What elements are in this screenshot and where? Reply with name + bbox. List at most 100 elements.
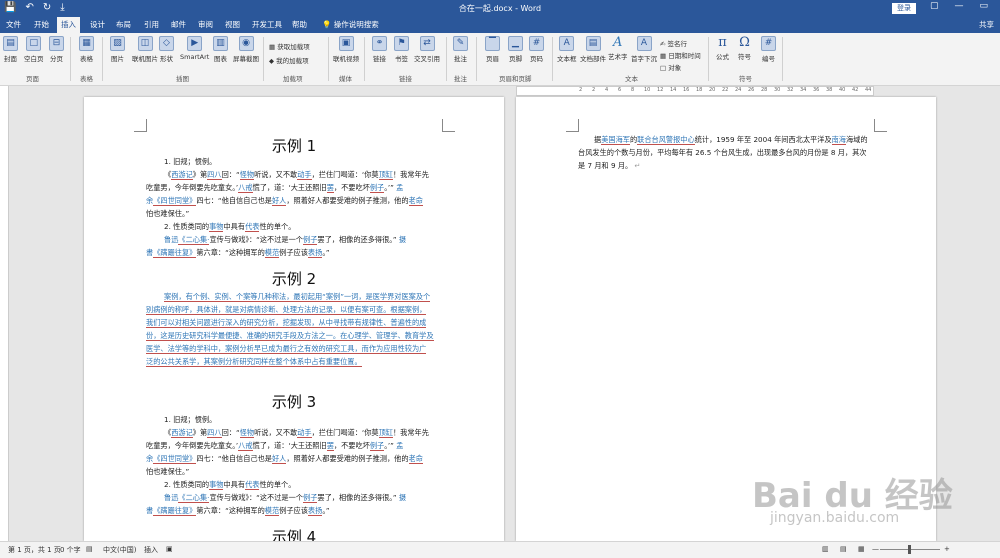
vertical-ruler[interactable] — [0, 86, 9, 541]
comment-button[interactable]: ✎ 批注 — [453, 36, 468, 63]
equation-button[interactable]: π 公式 — [716, 36, 729, 61]
footer-button[interactable]: ▁ 页脚 — [508, 36, 523, 63]
tab-developer[interactable]: 开发工具 — [248, 17, 286, 33]
read-mode-icon[interactable]: ▥ — [822, 545, 829, 553]
link-icon: ⚭ — [372, 36, 387, 51]
zoom-out-icon[interactable]: — — [872, 545, 879, 553]
tab-layout[interactable]: 布局 — [112, 17, 135, 33]
print-layout-icon[interactable]: ▤ — [840, 545, 847, 553]
share-button[interactable]: 共享 — [979, 17, 994, 33]
paragraph-line: 案例，有个例、实例、个案等几种称法，最初起用“案例”一词，是医学界对医案及个 — [164, 292, 431, 302]
ruler-tick-label: 12 — [657, 87, 664, 93]
shapes-button[interactable]: ◇ 形状 — [159, 36, 174, 63]
heading-example-4: 示例 4 — [271, 528, 317, 541]
video-icon: ▣ — [338, 36, 354, 51]
screenshot-button[interactable]: ◉ 屏幕截图 — [233, 36, 259, 63]
language-indicator[interactable]: 中文(中国) — [103, 545, 136, 555]
date-time-button[interactable]: ▦ 日期和时间 — [660, 50, 701, 60]
tab-references[interactable]: 引用 — [140, 17, 163, 33]
paragraph-line: 2. 性质类同的事物中具有代表性的单个。 — [164, 222, 296, 232]
tab-mailings[interactable]: 邮件 — [167, 17, 190, 33]
link-button[interactable]: ⚭ 链接 — [372, 36, 387, 63]
document-page-1[interactable]: 示例 1 1. 旧规；惯例。 《西游记》第四八回：“怪物听说，又不敢动手，拦住门… — [84, 97, 504, 541]
wordart-button[interactable]: 𝐴 艺术字 — [608, 36, 628, 61]
my-addins-button[interactable]: ◆ 我的加载项 — [269, 55, 309, 65]
group-label-illustrations: 插图 — [176, 75, 189, 83]
tab-home[interactable]: 开始 — [30, 17, 53, 33]
paragraph-line: 鲁迅《二心集·宣传与做戏》：“这不过是一个例子罢了，相像的还多得很。” 摄 — [164, 235, 407, 245]
signature-icon: ✍ — [660, 40, 668, 48]
ribbon-display-icon[interactable]: ▢ — [930, 1, 939, 11]
quick-parts-button[interactable]: ▤ 文档部件 — [580, 36, 606, 63]
paragraph-line: 我们可以对相关问题进行深入的研究分析，挖掘发现，从中寻找带有规律性、普遍性的成 — [146, 318, 427, 328]
tab-view[interactable]: 视图 — [221, 17, 244, 33]
word-count[interactable]: 0 个字 — [60, 545, 81, 555]
zoom-slider-thumb[interactable] — [908, 545, 911, 554]
paragraph-line: 吃童男，今年倒要先吃童女。’八戒慌了，道：‘大王还照旧罢，不要吃坏例子。’” 孟 — [146, 183, 404, 193]
tab-review[interactable]: 审阅 — [194, 17, 217, 33]
paragraph-line: 《西游记》第四八回：“怪物听说，又不敢动手，拦住门喝道：‘你莫顶缸！我常年先 — [164, 170, 429, 180]
status-bar: 第 1 页，共 1 页 0 个字 ▤ 中文(中国) 插入 ▣ ▥ ▤ ▦ — + — [0, 541, 1000, 558]
symbol-button[interactable]: Ω 符号 — [738, 36, 751, 61]
tab-help[interactable]: 帮助 — [288, 17, 311, 33]
header-button[interactable]: ▔ 页眉 — [485, 36, 500, 63]
number-button[interactable]: # 编号 — [761, 36, 776, 63]
text-box-icon: A — [559, 36, 575, 51]
page-count[interactable]: 第 1 页，共 1 页 — [8, 545, 61, 555]
group-separator — [328, 37, 329, 81]
paragraph-line: 怕也难保住。” — [146, 467, 190, 476]
bookmark-button[interactable]: ⚑ 书签 — [394, 36, 409, 63]
group-label-header-footer: 页眉和页脚 — [499, 75, 532, 83]
paragraph-line: 吃童男，今年倒要先吃童女。’八戒慌了，道：‘大王还照旧罢，不要吃坏例子。’” 孟 — [146, 441, 404, 451]
signature-line-button[interactable]: ✍ 签名行 — [660, 38, 687, 48]
paragraph-line: 泛的公共关系学，其案例分析研究同样在整个体系中占有重要位置。 — [146, 357, 362, 367]
minimize-icon[interactable]: — — [955, 1, 964, 11]
ruler-tick-label: 34 — [800, 87, 807, 93]
online-pictures-button[interactable]: ◫ 联机图片 — [132, 36, 158, 63]
text-box-button[interactable]: A 文本框 — [557, 36, 577, 63]
login-button[interactable]: 登录 — [892, 3, 916, 14]
page-break-button[interactable]: ⊟ 分页 — [49, 36, 64, 63]
page-break-icon: ⊟ — [49, 36, 64, 51]
ruler-tick-label: 32 — [787, 87, 794, 93]
group-separator — [476, 37, 477, 81]
table-button[interactable]: ▦ 表格 — [79, 36, 94, 63]
proofing-icon[interactable]: ▤ — [86, 545, 93, 553]
tell-me-search[interactable]: 💡 操作说明搜索 — [318, 17, 383, 33]
group-label-media: 媒体 — [339, 75, 352, 83]
cross-reference-icon: ⇄ — [419, 36, 435, 51]
blank-page-icon: □ — [26, 36, 42, 51]
drop-cap-button[interactable]: A 首字下沉 — [631, 36, 657, 63]
pictures-button[interactable]: ▨ 图片 — [110, 36, 125, 63]
ruler-tick-label: 38 — [826, 87, 833, 93]
chart-button[interactable]: ▥ 图表 — [213, 36, 228, 63]
zoom-in-icon[interactable]: + — [944, 545, 950, 553]
tab-design[interactable]: 设计 — [86, 17, 109, 33]
cross-reference-button[interactable]: ⇄ 交叉引用 — [414, 36, 440, 63]
smartart-button[interactable]: ▶ SmartArt — [180, 36, 209, 61]
cover-page-button[interactable]: ▤ 封面 — [3, 36, 18, 63]
paragraph-line: 2. 性质类同的事物中具有代表性的单个。 — [164, 480, 296, 490]
number-icon: # — [761, 36, 776, 51]
watermark-url: jingyan.baidu.com — [770, 510, 900, 526]
tab-file[interactable]: 文件 — [2, 17, 25, 33]
blank-page-button[interactable]: □ 空白页 — [24, 36, 44, 63]
get-addins-button[interactable]: ▦ 获取加载项 — [269, 41, 310, 51]
page-number-button[interactable]: # 页码 — [529, 36, 544, 63]
ruler-tick-label: 44 — [865, 87, 872, 93]
paragraph-line: 怕也难保住。” — [146, 209, 190, 218]
tab-insert[interactable]: 插入 — [57, 17, 80, 33]
crop-mark — [442, 119, 455, 132]
web-layout-icon[interactable]: ▦ — [858, 545, 865, 553]
macro-icon[interactable]: ▣ — [166, 545, 173, 553]
comment-icon: ✎ — [453, 36, 468, 51]
maximize-icon[interactable]: ▭ — [980, 1, 989, 11]
horizontal-ruler[interactable]: 2 2 4 6 8 10 12 14 16 18 20 22 24 26 28 30 32 34 36 38 40 42 4… — [516, 86, 874, 96]
ruler-tick-label: 8 — [631, 87, 635, 93]
insert-mode[interactable]: 插入 — [144, 545, 158, 555]
ruler-tick-label: 24 — [735, 87, 742, 93]
online-video-button[interactable]: ▣ 联机视频 — [333, 36, 359, 63]
heading-example-1: 示例 1 — [271, 137, 317, 155]
calendar-icon: ▦ — [660, 52, 669, 60]
object-button[interactable]: □ 对象 — [660, 62, 681, 72]
